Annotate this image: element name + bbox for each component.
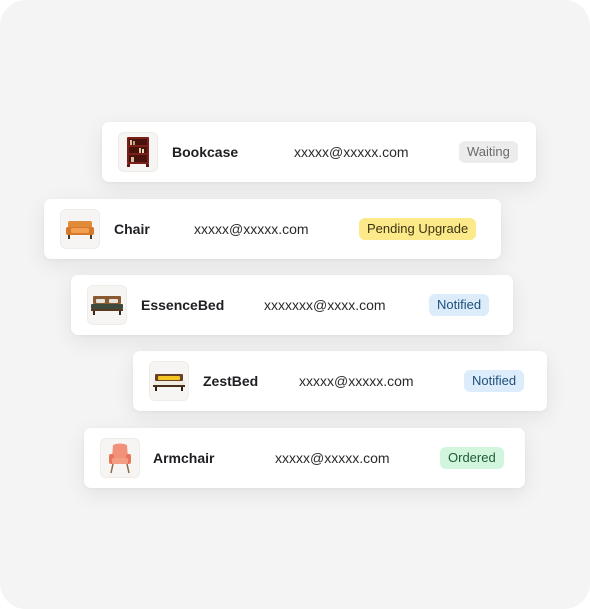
waitlist-panel: Bookcase xxxxx@xxxxx.com Waiting Chair x… [0,0,590,609]
product-thumbnail [118,132,158,172]
list-item[interactable]: Bookcase xxxxx@xxxxx.com Waiting [102,122,536,182]
list-item[interactable]: Chair xxxxx@xxxxx.com Pending Upgrade [44,199,501,259]
status-badge: Pending Upgrade [359,218,477,240]
armchair-icon [109,443,131,474]
list-item[interactable]: EssenceBed xxxxxxx@xxxx.com Notified [71,275,513,335]
customer-email: xxxxx@xxxxx.com [294,144,409,160]
product-name: Armchair [153,450,215,466]
product-thumbnail [100,438,140,478]
list-item[interactable]: Armchair xxxxx@xxxxx.com Ordered [84,428,525,488]
customer-email: xxxxx@xxxxx.com [275,450,390,466]
product-thumbnail [149,361,189,401]
list-item[interactable]: ZestBed xxxxx@xxxxx.com Notified [133,351,547,411]
bookcase-icon [127,137,149,167]
product-name: ZestBed [203,373,259,389]
sofa-chair-icon [66,221,94,239]
status-badge: Notified [464,370,525,392]
product-name: Chair [114,221,150,237]
bed-icon [153,374,185,391]
customer-email: xxxxx@xxxxx.com [299,373,414,389]
bed-icon [91,296,123,315]
status-badge: Waiting [459,141,518,163]
product-thumbnail [87,285,127,325]
product-name: Bookcase [172,144,239,160]
status-badge: Notified [429,294,490,316]
customer-email: xxxxx@xxxxx.com [194,221,309,237]
customer-email: xxxxxxx@xxxx.com [264,297,386,313]
product-thumbnail [60,209,100,249]
status-badge: Ordered [440,447,504,469]
product-name: EssenceBed [141,297,225,313]
